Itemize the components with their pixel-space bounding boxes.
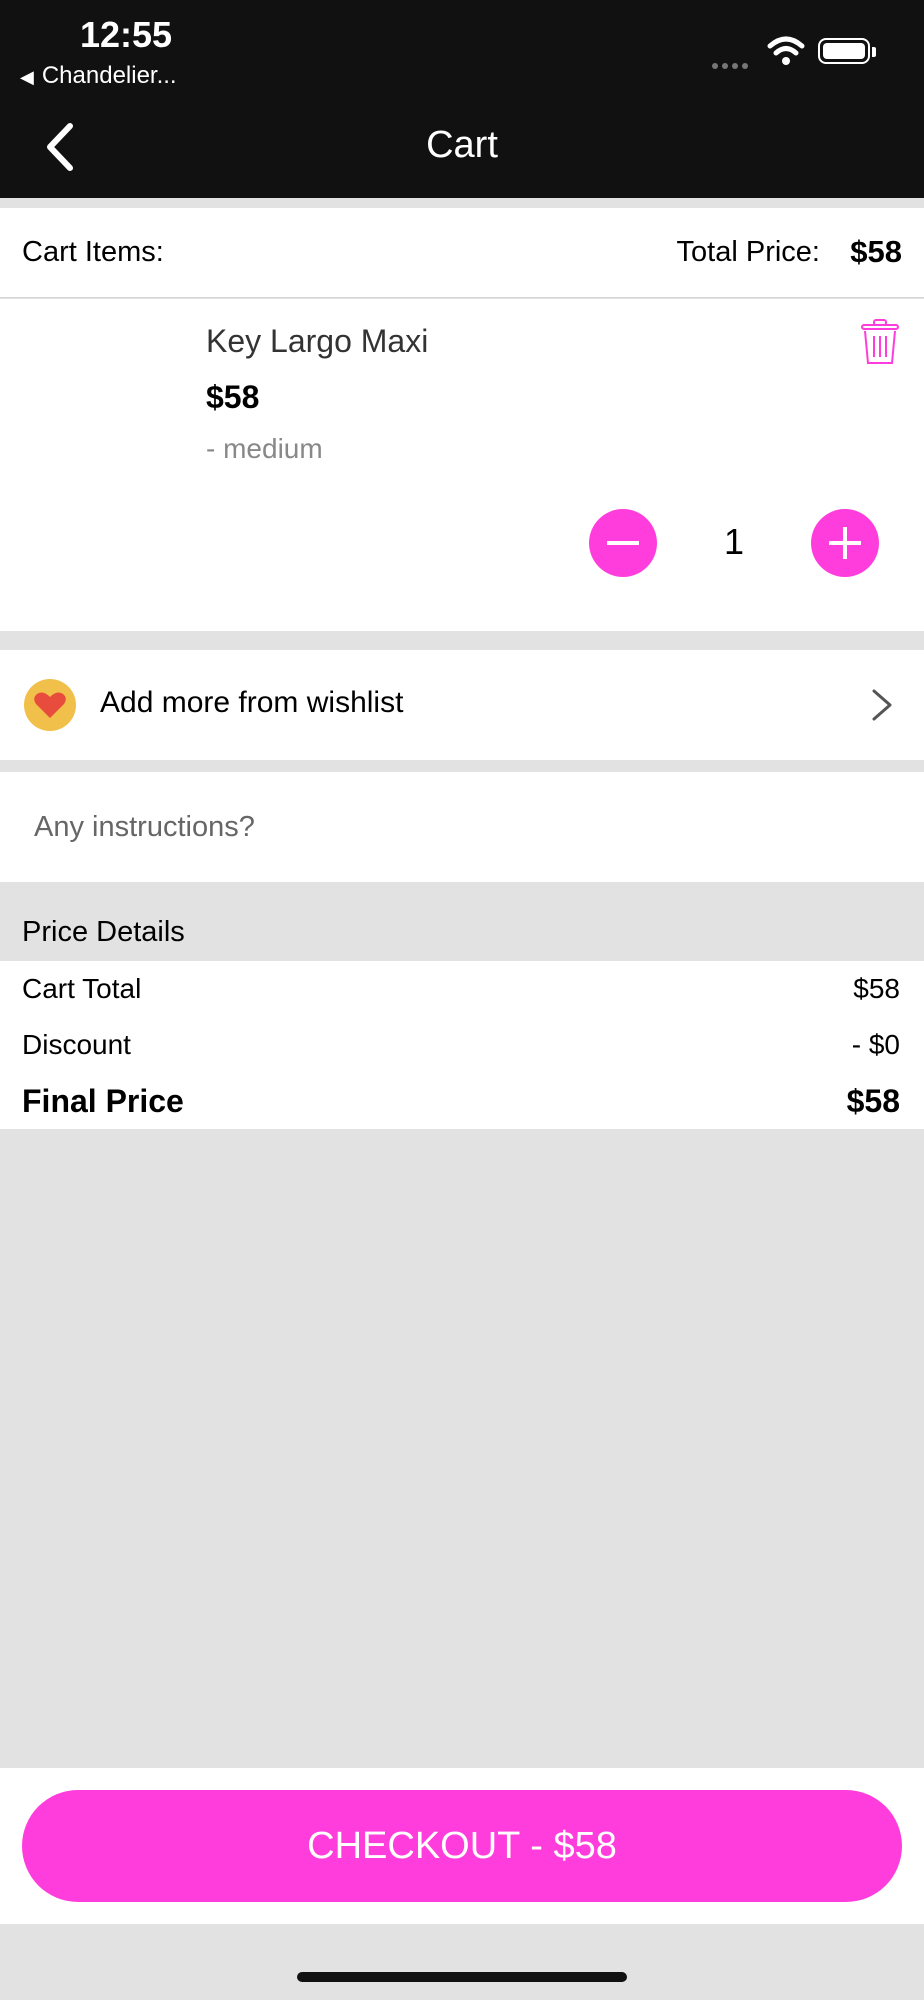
back-app-label: Chandelier... (41, 62, 177, 89)
final-price-value: $58 (846, 1083, 900, 1119)
item-variant: - medium (206, 433, 323, 464)
cart-total-row: Cart Total $58 (22, 973, 900, 1005)
minus-icon (607, 541, 639, 545)
cart-total-value: $58 (853, 973, 900, 1004)
wishlist-label: Add more from wishlist (100, 686, 404, 719)
page-title: Cart (426, 124, 498, 166)
chevron-right-icon (872, 689, 892, 721)
cart-total-label: Cart Total (22, 973, 142, 1004)
final-price-row: Final Price $58 (22, 1083, 900, 1120)
checkout-bar: CHECKOUT - $58 (0, 1768, 924, 1924)
discount-label: Discount (22, 1029, 131, 1060)
increase-quantity-button[interactable] (811, 509, 879, 577)
trash-icon[interactable] (860, 319, 900, 365)
cart-items-label: Cart Items: (22, 236, 164, 268)
price-details: Cart Total $58 Discount - $0 Final Price… (0, 961, 924, 1129)
checkout-button[interactable]: CHECKOUT - $58 (22, 1790, 902, 1902)
discount-value: - $0 (851, 1029, 900, 1060)
wifi-icon (767, 36, 805, 65)
quantity-value: 1 (723, 521, 745, 562)
item-name: Key Largo Maxi (206, 323, 429, 359)
cart-summary-header: Cart Items: Total Price: $58 (0, 208, 924, 298)
price-details-title: Price Details (22, 916, 185, 948)
battery-icon (818, 38, 876, 64)
plus-icon-v (843, 527, 847, 559)
top-bar: 12:55 ◀ Chandelier... Cart (0, 0, 924, 198)
discount-row: Discount - $0 (22, 1029, 900, 1061)
final-price-label: Final Price (22, 1083, 184, 1119)
total-price-value: $58 (850, 234, 902, 269)
decrease-quantity-button[interactable] (589, 509, 657, 577)
back-triangle-icon: ◀ (20, 67, 34, 87)
home-indicator[interactable] (297, 1972, 627, 1982)
instructions-section (0, 772, 924, 882)
wishlist-heart-icon (24, 679, 76, 731)
status-time: 12:55 (80, 14, 173, 55)
cart-item: Key Largo Maxi $58 - medium 1 (0, 299, 924, 631)
signal-icon (712, 56, 752, 74)
item-price: $58 (206, 379, 260, 415)
instructions-input[interactable] (34, 804, 894, 850)
total-price-label: Total Price: (676, 236, 820, 268)
back-to-app[interactable]: ◀ Chandelier... (20, 62, 177, 90)
add-from-wishlist-row[interactable]: Add more from wishlist (0, 650, 924, 760)
